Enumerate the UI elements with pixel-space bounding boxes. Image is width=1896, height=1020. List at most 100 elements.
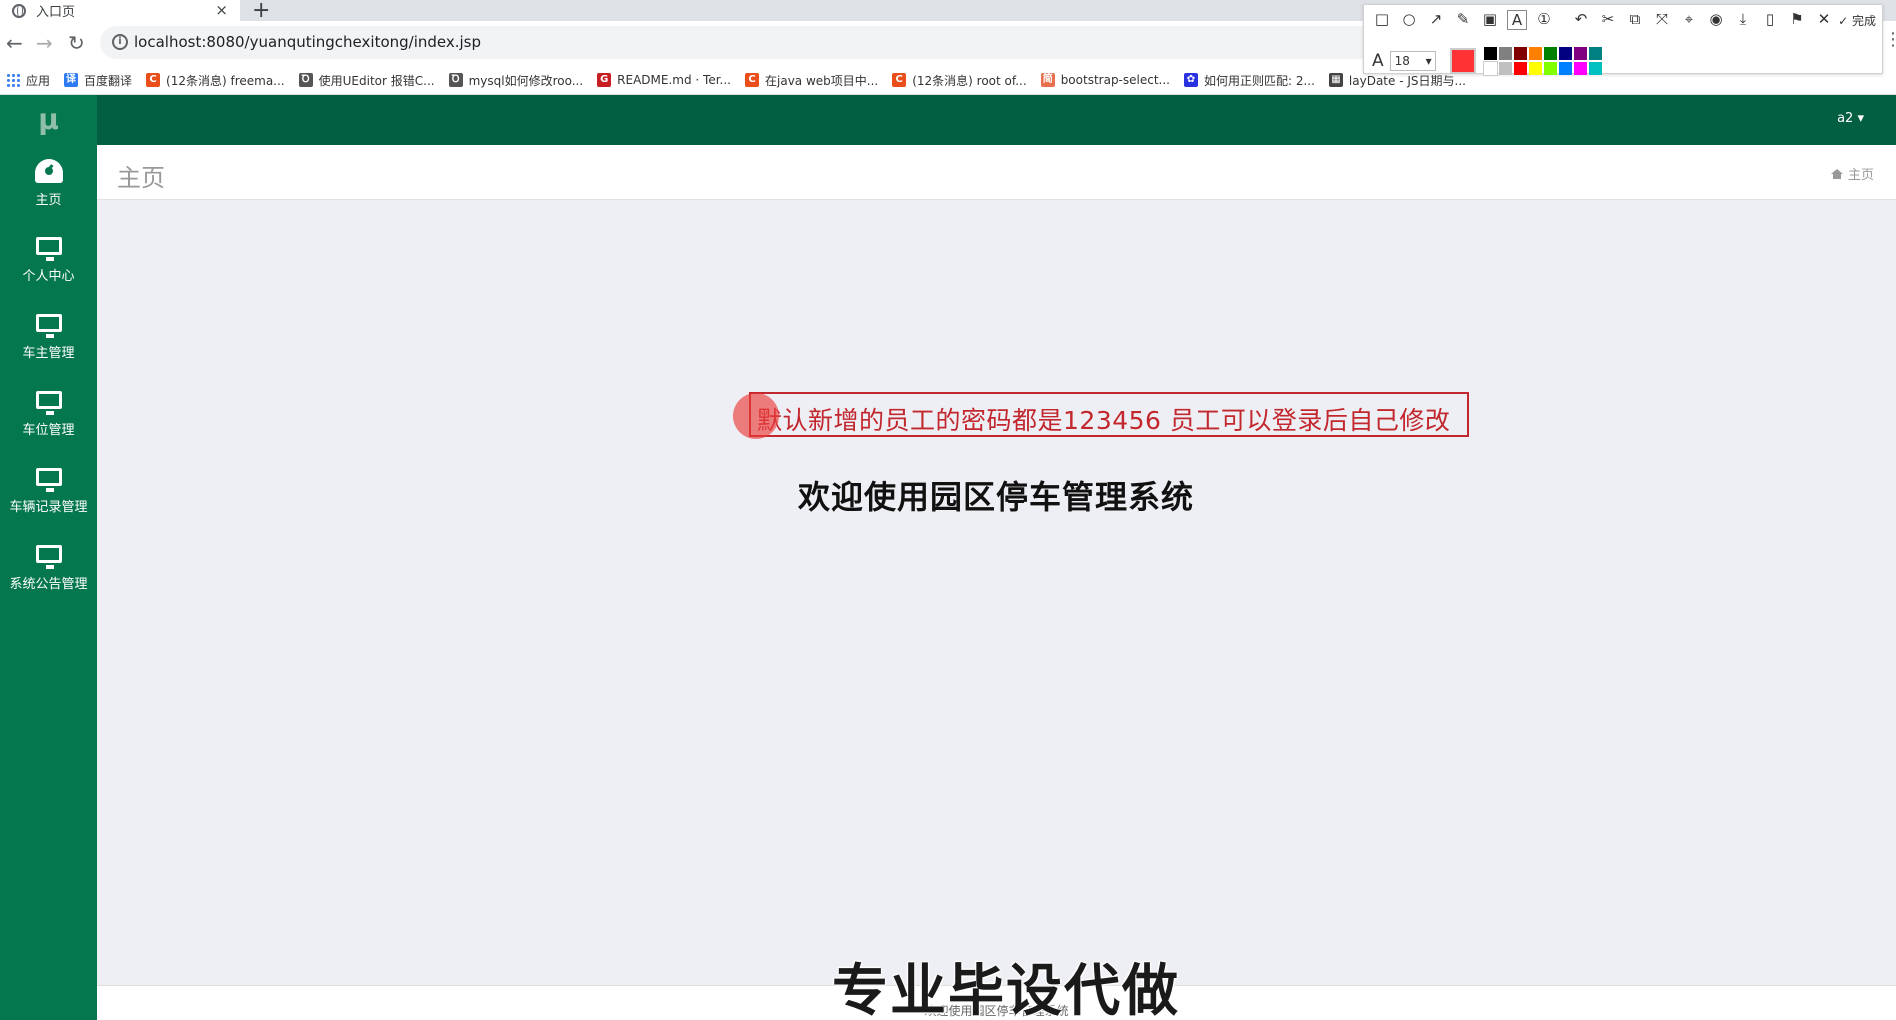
page-icon: Ꝺ xyxy=(298,73,313,87)
color-swatch[interactable] xyxy=(1498,47,1512,60)
color-swatch[interactable] xyxy=(1513,47,1527,60)
bookmark-item[interactable]: C 在java web项目中... xyxy=(745,72,878,89)
gitee-icon: G xyxy=(597,73,612,87)
main-content xyxy=(97,200,1896,985)
color-swatch[interactable] xyxy=(1528,47,1542,60)
bookmark-item[interactable]: C (12条消息) root of... xyxy=(892,72,1027,89)
done-button[interactable]: ✓ 完成 xyxy=(1838,12,1876,29)
download-icon[interactable]: ⤓ xyxy=(1733,10,1753,30)
bookmark-icon[interactable]: ⚑ xyxy=(1787,10,1807,30)
page-title: 主页 xyxy=(117,164,165,192)
copy-icon[interactable]: ⧉ xyxy=(1625,10,1645,30)
record-icon[interactable]: ◉ xyxy=(1706,10,1726,30)
breadcrumb[interactable]: 主页 xyxy=(1830,164,1874,183)
bookmark-label: 应用 xyxy=(26,73,51,88)
color-swatch[interactable] xyxy=(1498,62,1512,75)
tab-close-icon[interactable]: × xyxy=(215,1,228,19)
sidebar-item[interactable]: 个人中心 xyxy=(0,222,97,299)
sidebar-item[interactable]: 主页 xyxy=(0,145,97,222)
phone-icon[interactable]: ▯ xyxy=(1760,10,1780,30)
home-icon xyxy=(1830,168,1843,179)
pin-icon[interactable]: ⤧ xyxy=(1652,10,1672,30)
ellipse-tool-icon[interactable]: ○ xyxy=(1399,10,1419,30)
number-tool-icon[interactable]: ① xyxy=(1534,10,1554,30)
bookmark-item[interactable]: Ꝺmysql如何修改roo... xyxy=(448,72,584,89)
color-swatch[interactable] xyxy=(1513,62,1527,75)
font-size-icon: A xyxy=(1372,51,1384,71)
desktop-icon xyxy=(35,237,62,261)
url-text[interactable]: localhost:8080/yuanqutingchexitong/index… xyxy=(134,33,481,51)
color-swatch[interactable] xyxy=(1558,47,1572,60)
app-topbar: μ a2 ▾ xyxy=(0,95,1896,145)
mosaic-tool-icon[interactable]: ▣ xyxy=(1480,10,1500,30)
screenshot-annotation-toolbar: □ ○ ↗ ✎ ▣ A ① ↶ ✂ ⧉ ⤧ ⌖ ◉ ⤓ ▯ ⚑ ✕ ✓ 完成 A 18 xyxy=(1363,4,1883,76)
rectangle-tool-icon[interactable]: □ xyxy=(1372,10,1392,30)
bookmark-item[interactable]: 简 bootstrap-select... xyxy=(1040,73,1170,87)
browser-tab[interactable]: 入口页 × xyxy=(0,0,240,21)
cut-icon[interactable]: ✂ xyxy=(1598,10,1618,30)
forward-icon[interactable]: → xyxy=(36,31,53,55)
bookmark-label: mysql如何修改roo... xyxy=(468,73,584,88)
csdn-icon: C xyxy=(745,73,759,87)
apps-grid-icon xyxy=(6,73,20,87)
bookmark-label: bootstrap-select... xyxy=(1060,73,1170,87)
bookmark-label: 百度翻译 xyxy=(84,73,133,88)
color-swatch[interactable] xyxy=(1558,62,1572,75)
sidebar-item[interactable]: 车主管理 xyxy=(0,299,97,376)
annotation-text-box: 默认新增的员工的密码都是123456 员工可以登录后自己修改 xyxy=(749,392,1469,437)
current-color-swatch[interactable] xyxy=(1449,48,1476,74)
reload-icon[interactable]: ↻ xyxy=(68,31,85,55)
bookmark-item[interactable]: C (12条消息) freema... xyxy=(146,72,285,89)
arrow-tool-icon[interactable]: ↗ xyxy=(1426,10,1446,30)
back-icon[interactable]: ← xyxy=(6,31,23,55)
content-header: 主页 主页 xyxy=(97,145,1896,200)
sidebar: 主页 个人中心 车主管理 车位管理 车辆记录管理 系统公告管理 xyxy=(0,145,97,1020)
site-info-icon[interactable]: i xyxy=(112,34,128,50)
color-swatch[interactable] xyxy=(1573,62,1587,75)
breadcrumb-label: 主页 xyxy=(1847,168,1874,183)
new-tab-button[interactable]: + xyxy=(252,0,270,23)
sidebar-item[interactable]: 车位管理 xyxy=(0,376,97,453)
sidebar-item-label: 系统公告管理 xyxy=(9,577,88,592)
baidu-translate-icon: 译 xyxy=(64,73,79,87)
color-swatch[interactable] xyxy=(1528,62,1542,75)
color-swatch[interactable] xyxy=(1543,62,1557,75)
bookmark-item[interactable]: ✿ 如何用正则匹配: 2... xyxy=(1183,72,1315,89)
dashboard-icon xyxy=(34,159,63,183)
app-logo[interactable]: μ xyxy=(0,95,97,145)
bookmark-item[interactable]: Ꝺ 使用UEditor 报错C... xyxy=(298,72,435,89)
color-swatch[interactable] xyxy=(1588,62,1602,75)
tab-title: 入口页 xyxy=(36,5,76,20)
font-size-select[interactable]: 18 xyxy=(1389,51,1436,71)
jianshu-icon: 简 xyxy=(1040,73,1055,87)
browser-menu-icon[interactable]: ⋮ xyxy=(1884,29,1896,50)
color-swatch[interactable] xyxy=(1573,47,1587,60)
page-icon: Ꝺ xyxy=(448,73,463,87)
sidebar-item-label: 个人中心 xyxy=(22,269,75,284)
color-palette xyxy=(1482,47,1602,76)
user-menu[interactable]: a2 ▾ xyxy=(1837,111,1864,126)
bookmark-label: (12条消息) freema... xyxy=(166,73,285,88)
color-swatch[interactable] xyxy=(1588,47,1602,60)
color-swatch[interactable] xyxy=(1543,47,1557,60)
target-icon[interactable]: ⌖ xyxy=(1679,10,1699,30)
color-swatch[interactable] xyxy=(1482,61,1498,76)
sidebar-item-label: 车主管理 xyxy=(22,346,75,361)
watermark-overlay: 专业毕设代做 xyxy=(832,959,1180,1020)
undo-icon[interactable]: ↶ xyxy=(1571,10,1591,30)
bookmark-label: 在java web项目中... xyxy=(765,73,879,88)
pen-tool-icon[interactable]: ✎ xyxy=(1453,10,1473,30)
sidebar-item[interactable]: 系统公告管理 xyxy=(0,530,97,607)
bookmark-label: README.md · Ter... xyxy=(617,73,731,87)
text-tool-icon[interactable]: A xyxy=(1507,10,1527,30)
bookmark-item[interactable]: 译百度翻译 xyxy=(64,72,132,89)
sidebar-item-label: 车位管理 xyxy=(22,423,75,438)
bookmark-label: 如何用正则匹配: 2... xyxy=(1203,73,1315,88)
close-icon[interactable]: ✕ xyxy=(1814,10,1834,30)
annotation-tools: □ ○ ↗ ✎ ▣ A ① ↶ ✂ ⧉ ⤧ ⌖ ◉ ⤓ ▯ ⚑ ✕ xyxy=(1372,10,1834,30)
bookmark-label: 使用UEditor 报错C... xyxy=(318,73,435,88)
desktop-icon xyxy=(35,391,62,415)
bookmark-item[interactable]: G README.md · Ter... xyxy=(597,73,731,87)
bookmark-item[interactable]: 应用 xyxy=(6,72,50,89)
color-swatch[interactable] xyxy=(1483,47,1497,60)
